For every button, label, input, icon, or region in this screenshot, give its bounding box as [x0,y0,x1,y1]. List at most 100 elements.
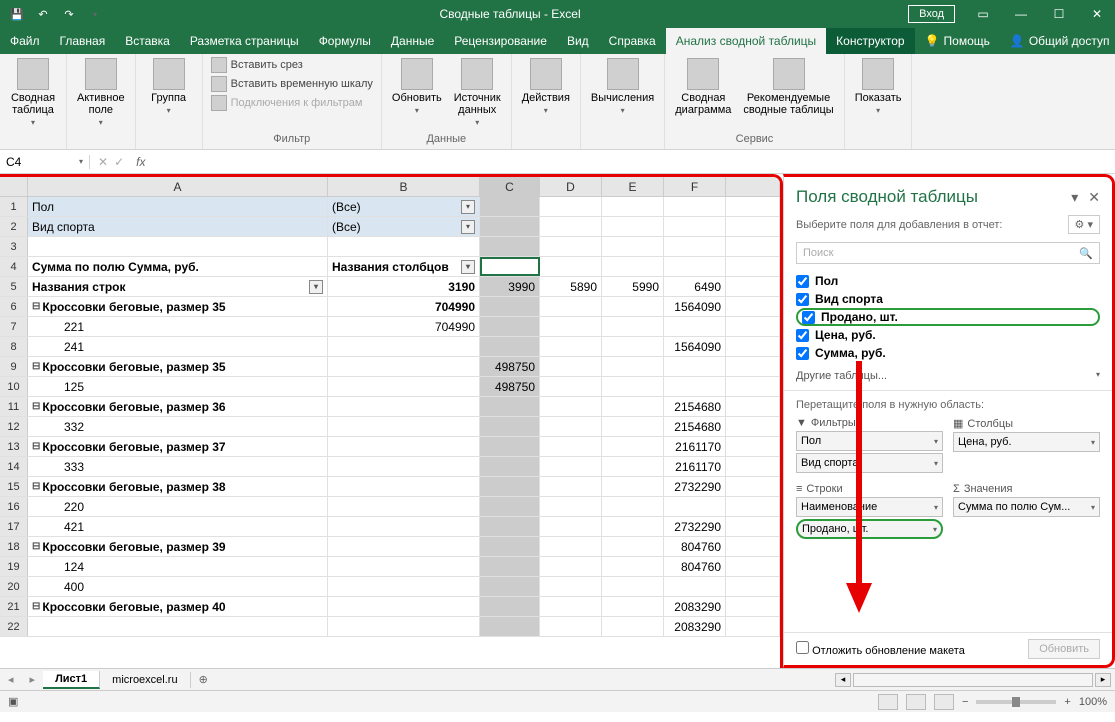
active-field-button[interactable]: Активное поле▾ [73,56,129,129]
field-search-input[interactable]: Поиск 🔍 [796,242,1100,264]
collapse-icon[interactable]: ⊟ [32,301,40,312]
close-icon[interactable]: ✕ [1079,0,1115,28]
cell[interactable] [328,417,480,436]
filter-dropdown-icon[interactable]: ▾ [461,200,475,214]
col-header-D[interactable]: D [540,177,602,196]
tab-data[interactable]: Данные [381,28,444,54]
col-header-C[interactable]: C [480,177,540,196]
cell[interactable] [328,377,480,396]
cell[interactable] [480,417,540,436]
cell[interactable]: 6490 [664,277,726,296]
cell[interactable]: Названия строк▾ [28,277,328,296]
cell[interactable] [726,437,780,456]
cell[interactable] [480,497,540,516]
cell[interactable]: ⊟Кроссовки беговые, размер 39 [28,537,328,556]
insert-slicer-button[interactable]: Вставить срез [209,56,375,74]
cell[interactable] [726,537,780,556]
cell[interactable] [480,597,540,616]
group-button[interactable]: Группа▾ [142,56,196,117]
cell[interactable] [664,217,726,236]
cell[interactable] [602,257,664,276]
cell[interactable]: 498750 [480,377,540,396]
zoom-out-icon[interactable]: − [962,696,968,708]
cell[interactable] [602,557,664,576]
cell[interactable]: ⊟Кроссовки беговые, размер 38 [28,477,328,496]
normal-view-icon[interactable] [878,694,898,710]
row-header[interactable]: 15 [0,477,28,496]
field-checkbox[interactable] [796,347,809,360]
tab-home[interactable]: Главная [50,28,116,54]
cell[interactable] [328,357,480,376]
cell[interactable] [480,437,540,456]
row-header[interactable]: 7 [0,317,28,336]
qat-customize-icon[interactable]: ▾ [84,3,106,25]
field-checkbox[interactable] [796,293,809,306]
cell[interactable]: 5990 [602,277,664,296]
cell[interactable]: 241 [28,337,328,356]
cell[interactable] [726,497,780,516]
cell[interactable] [480,217,540,236]
cell[interactable] [540,237,602,256]
cell[interactable] [602,437,664,456]
tab-view[interactable]: Вид [557,28,599,54]
cell[interactable] [602,297,664,316]
cell[interactable]: 421 [28,517,328,536]
cell[interactable] [28,617,328,636]
show-button[interactable]: Показать▾ [851,56,906,117]
sheet-tab-other[interactable]: microexcel.ru [100,672,190,688]
cell[interactable]: 221 [28,317,328,336]
collapse-icon[interactable]: ⊟ [32,601,40,612]
cell[interactable]: Пол [28,197,328,216]
tab-file[interactable]: Файл [0,28,50,54]
cell[interactable] [480,257,540,276]
cell[interactable] [726,277,780,296]
collapse-icon[interactable]: ⊟ [32,361,40,372]
cell[interactable] [602,377,664,396]
row-header[interactable]: 8 [0,337,28,356]
col-header-B[interactable]: B [328,177,480,196]
row-header[interactable]: 20 [0,577,28,596]
cell[interactable] [480,197,540,216]
cell[interactable]: 704990 [328,317,480,336]
insert-timeline-button[interactable]: Вставить временную шкалу [209,75,375,93]
collapse-icon[interactable]: ⊟ [32,401,40,412]
tab-pivot-analyze[interactable]: Анализ сводной таблицы [666,28,826,54]
maximize-icon[interactable]: ☐ [1041,0,1077,28]
cell[interactable]: 2154680 [664,397,726,416]
row-header[interactable]: 10 [0,377,28,396]
cell[interactable] [480,317,540,336]
cell[interactable]: 804760 [664,557,726,576]
field-checkbox[interactable] [796,329,809,342]
row-header[interactable]: 18 [0,537,28,556]
cell[interactable] [664,237,726,256]
cell[interactable] [328,477,480,496]
field-item[interactable]: Вид спорта [796,290,1100,308]
cell[interactable]: 1564090 [664,297,726,316]
cell[interactable] [602,597,664,616]
tab-help[interactable]: Справка [599,28,666,54]
field-item[interactable]: Цена, руб. [796,326,1100,344]
cell[interactable] [602,517,664,536]
row-header[interactable]: 14 [0,457,28,476]
col-header-rest[interactable] [726,177,780,196]
row-header[interactable]: 17 [0,517,28,536]
cell[interactable]: ⊟Кроссовки беговые, размер 35 [28,297,328,316]
cell[interactable] [726,617,780,636]
cell[interactable]: 124 [28,557,328,576]
cell[interactable] [540,297,602,316]
cell[interactable] [480,337,540,356]
cell[interactable] [726,517,780,536]
cell[interactable] [540,197,602,216]
cell[interactable] [602,317,664,336]
filter-dropdown-icon[interactable]: ▾ [461,260,475,274]
row-header[interactable]: 19 [0,557,28,576]
cell[interactable] [664,317,726,336]
cell[interactable]: Названия столбцов▾ [328,257,480,276]
cell[interactable] [602,537,664,556]
row-header[interactable]: 6 [0,297,28,316]
cell[interactable] [328,517,480,536]
col-header-F[interactable]: F [664,177,726,196]
field-pane-menu-icon[interactable]: ▾ [1071,189,1078,206]
cell[interactable] [726,417,780,436]
cell[interactable] [540,317,602,336]
